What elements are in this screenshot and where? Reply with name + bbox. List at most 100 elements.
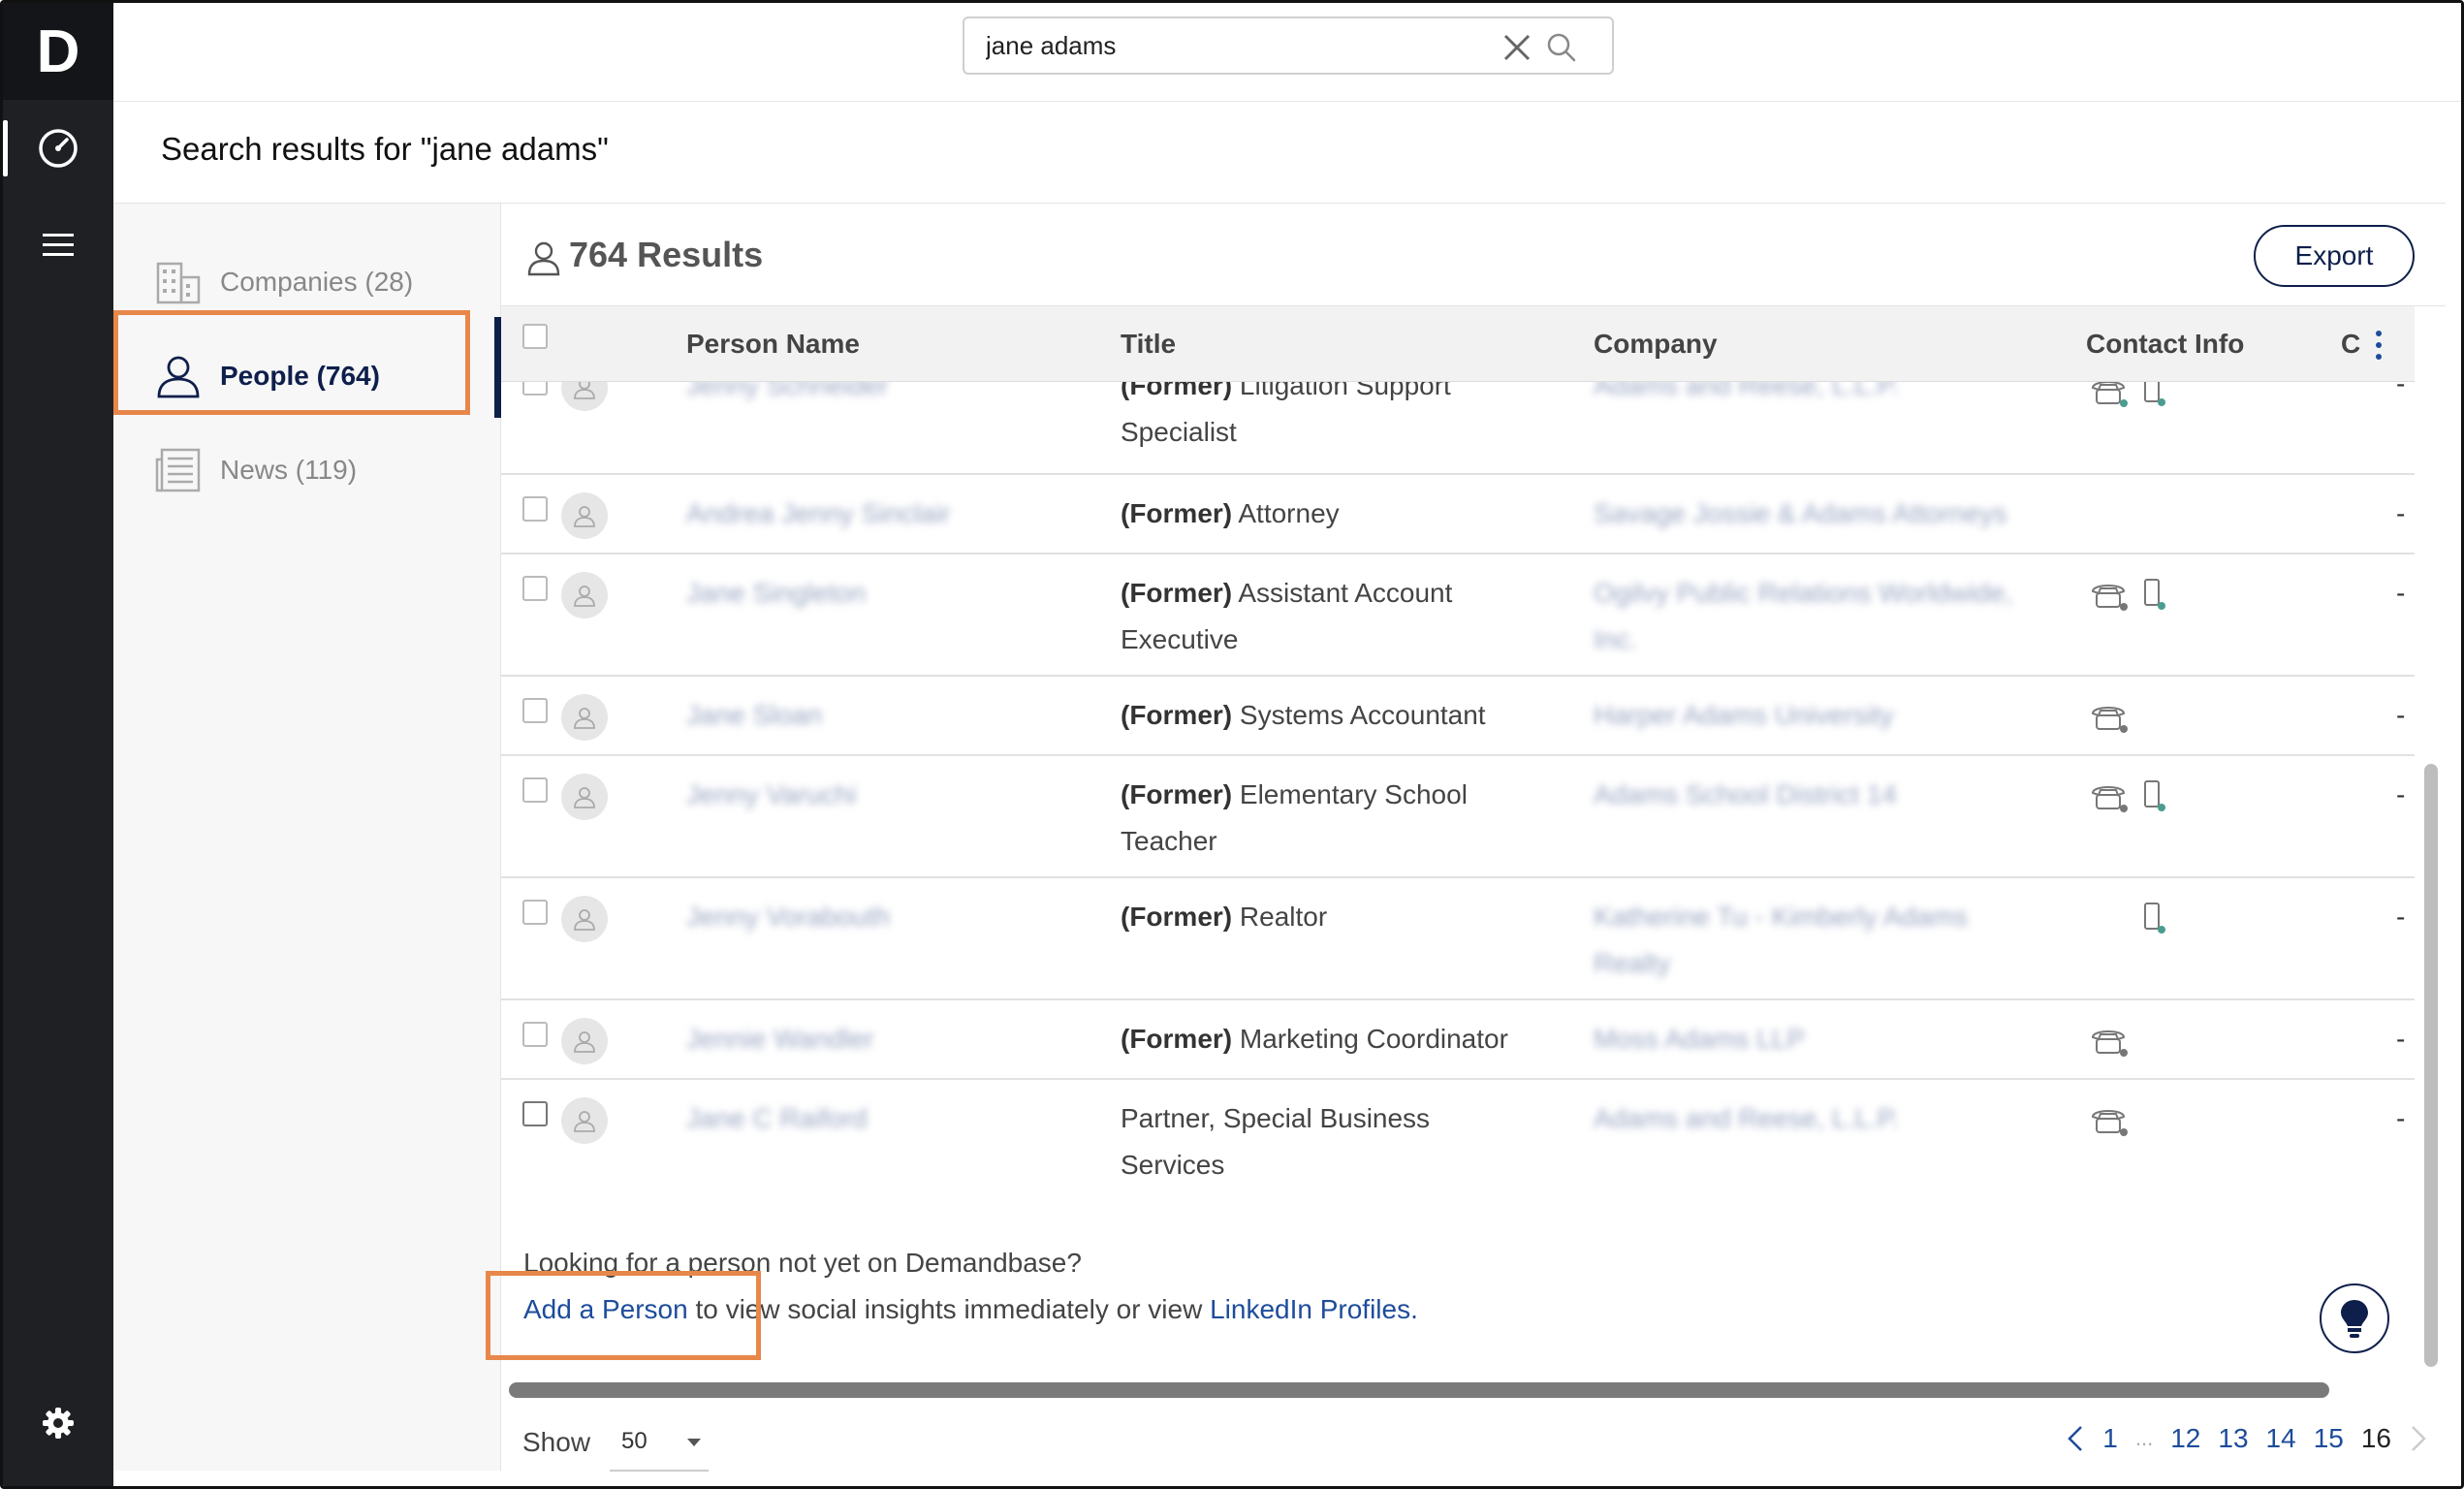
row-checkbox[interactable] — [522, 900, 548, 925]
contact-info — [2089, 779, 2166, 812]
mobile-icon[interactable] — [2141, 902, 2166, 935]
phone-icon[interactable] — [2089, 779, 2128, 812]
contact-info — [2089, 578, 2166, 611]
row-checkbox[interactable] — [522, 1022, 548, 1047]
sidebar-item-news[interactable]: News (119) — [152, 436, 357, 504]
table-row[interactable]: Jenny Schneider (Former) Litigation Supp… — [501, 382, 2415, 475]
highlight-add-person-annotation — [486, 1271, 761, 1360]
company-name[interactable]: Harper Adams University — [1594, 692, 1894, 739]
row-checkbox[interactable] — [522, 496, 548, 522]
search-input[interactable] — [986, 28, 1490, 63]
c-value: - — [2396, 902, 2406, 932]
row-checkbox[interactable] — [522, 1101, 548, 1126]
phone-icon[interactable] — [2089, 700, 2128, 733]
page-link[interactable]: 1 — [2102, 1423, 2118, 1454]
person-icon — [527, 241, 560, 276]
page-size-select[interactable]: 50 — [610, 1413, 709, 1472]
company-line-2: Inc. — [1594, 624, 1638, 654]
table-row[interactable]: Jenny Vorabouth (Former) Realtor Katheri… — [501, 878, 2415, 1000]
show-label: Show — [522, 1427, 591, 1457]
avatar — [561, 694, 608, 741]
person-name[interactable]: Jenny Varuchi — [686, 772, 856, 818]
search-icon[interactable] — [1544, 30, 1579, 65]
dashboard-nav[interactable] — [3, 114, 113, 182]
row-checkbox[interactable] — [522, 382, 548, 396]
column-header-c[interactable]: C — [2341, 306, 2360, 382]
help-tips-button[interactable] — [2320, 1283, 2389, 1353]
select-all-checkbox[interactable] — [522, 324, 548, 349]
horizontal-scrollbar[interactable] — [509, 1382, 2329, 1398]
column-header-contact-info[interactable]: Contact Info — [2086, 306, 2244, 382]
page-title: Search results for "jane adams" — [161, 131, 609, 167]
results-area: 764 Results Export Person Name Title Com… — [501, 204, 2446, 1472]
settings-nav[interactable] — [3, 1389, 113, 1457]
person-name[interactable]: Jane Sloan — [686, 692, 822, 739]
speedometer-icon — [39, 129, 78, 168]
column-header-title[interactable]: Title — [1121, 306, 1176, 382]
highlight-people-annotation — [113, 310, 470, 415]
page-link[interactable]: 14 — [2266, 1423, 2296, 1454]
menu-nav[interactable] — [3, 211, 113, 279]
avatar — [561, 382, 608, 411]
person-name[interactable]: Jennie Wandler — [686, 1016, 874, 1062]
row-checkbox[interactable] — [522, 576, 548, 601]
table-row[interactable]: Jane Singleton (Former) Assistant Accoun… — [501, 554, 2415, 677]
company-name[interactable]: Katherine Tu - Kimberly Adams Realty — [1594, 894, 2049, 987]
table-row[interactable]: Andrea Jenny Sinclair (Former) Attorney … — [501, 475, 2415, 554]
column-header-person-name[interactable]: Person Name — [686, 306, 860, 382]
person-name[interactable]: Andrea Jenny Sinclair — [686, 491, 950, 537]
results-count: 764 Results — [569, 235, 764, 274]
sidebar-item-companies[interactable]: Companies (28) — [152, 248, 413, 316]
phone-icon[interactable] — [2089, 1024, 2128, 1057]
title-line-1: Realtor — [1239, 902, 1328, 932]
company-line-1: Katherine Tu - Kimberly Adams — [1594, 902, 1968, 932]
phone-icon[interactable] — [2089, 578, 2128, 611]
company-name[interactable]: Savage Jossie & Adams Attorneys — [1594, 491, 2006, 537]
phone-icon[interactable] — [2089, 1103, 2128, 1136]
gear-icon — [43, 1408, 74, 1439]
page-current: 16 — [2360, 1423, 2391, 1453]
chevron-right-icon[interactable] — [2409, 1424, 2428, 1453]
person-name[interactable]: Jane C Raiford — [686, 1095, 868, 1142]
chevron-down-icon — [687, 1439, 701, 1446]
table-row[interactable]: Jenny Varuchi (Former) Elementary School… — [501, 756, 2415, 878]
sidebar-item-label: News (119) — [220, 455, 358, 485]
app-logo[interactable]: D — [3, 3, 113, 100]
company-name[interactable]: Adams School District 14 — [1594, 772, 1897, 818]
page-link[interactable]: 13 — [2218, 1423, 2248, 1454]
avatar — [561, 572, 608, 618]
page-link[interactable]: 15 — [2314, 1423, 2344, 1454]
table-row[interactable]: Jane C Raiford Partner, Special Business… — [501, 1080, 2415, 1200]
close-icon[interactable] — [1500, 30, 1534, 65]
mobile-icon[interactable] — [2141, 578, 2166, 611]
person-name[interactable]: Jenny Schneider — [686, 382, 889, 409]
linkedin-profiles-link[interactable]: LinkedIn Profiles — [1210, 1294, 1410, 1324]
page-link[interactable]: 12 — [2170, 1423, 2200, 1454]
mobile-icon[interactable] — [2141, 382, 2166, 407]
former-label: (Former) — [1121, 1024, 1233, 1054]
column-header-company[interactable]: Company — [1594, 306, 1718, 382]
company-name[interactable]: Adams and Reese, L.L.P. — [1594, 382, 1899, 409]
phone-icon[interactable] — [2089, 382, 2128, 407]
avatar — [561, 1018, 608, 1064]
person-name[interactable]: Jenny Vorabouth — [686, 894, 890, 940]
person-name[interactable]: Jane Singleton — [686, 570, 866, 617]
mobile-icon[interactable] — [2141, 779, 2166, 812]
title-line-2: Specialist — [1121, 417, 1237, 447]
table-row[interactable]: Jane Sloan (Former) Systems Accountant H… — [501, 677, 2415, 756]
title-line-2: Services — [1121, 1150, 1225, 1180]
row-checkbox[interactable] — [522, 777, 548, 803]
company-name[interactable]: Adams and Reese, L.L.P. — [1594, 1095, 1899, 1142]
row-checkbox[interactable] — [522, 698, 548, 723]
company-name[interactable]: Moss Adams LLP — [1594, 1016, 1805, 1062]
company-line-2: Realty — [1594, 948, 1671, 978]
c-value: - — [2396, 779, 2406, 809]
table-row[interactable]: Jennie Wandler (Former) Marketing Coordi… — [501, 1000, 2415, 1080]
pagination-bar: Show 50 1 ... 12 13 14 15 16 — [501, 1413, 2446, 1475]
company-name[interactable]: Ogilvy Public Relations Worldwide, Inc. — [1594, 570, 2049, 663]
vertical-scrollbar[interactable] — [2424, 764, 2438, 1367]
column-options-icon[interactable] — [2372, 326, 2385, 364]
contact-info — [2089, 382, 2166, 407]
export-button[interactable]: Export — [2254, 225, 2415, 287]
chevron-left-icon[interactable] — [2066, 1424, 2085, 1453]
